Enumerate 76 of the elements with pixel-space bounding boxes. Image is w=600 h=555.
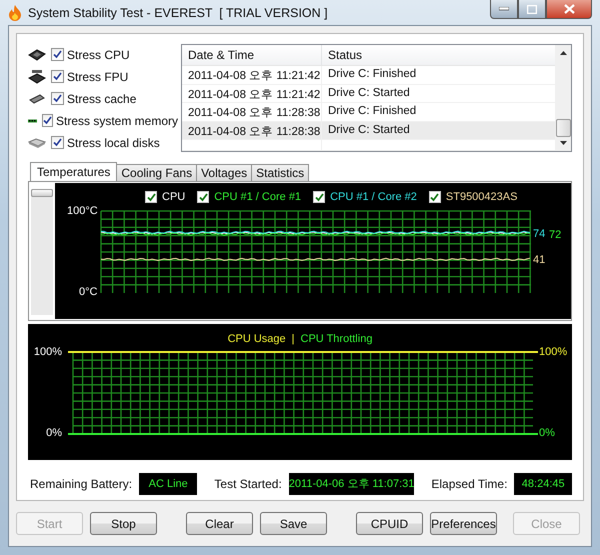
axis-label: 0% bbox=[46, 427, 62, 439]
axis-label: 0°C bbox=[79, 286, 98, 298]
checkbox-label: Stress local disks bbox=[67, 136, 160, 150]
status-label: Elapsed Time: bbox=[431, 476, 508, 490]
chip-icon bbox=[28, 94, 46, 104]
checkbox-label: Stress FPU bbox=[67, 70, 128, 84]
axis-label: 100°C bbox=[67, 205, 98, 217]
temperature-reading: 74 bbox=[533, 228, 546, 240]
checkbox[interactable] bbox=[42, 114, 53, 127]
status-label: Test Started: bbox=[214, 476, 282, 490]
checkbox[interactable] bbox=[51, 48, 64, 61]
table-cell: 2011-04-08 오후 11:28:38 bbox=[182, 122, 322, 139]
scrollbar-thumb[interactable] bbox=[556, 119, 570, 137]
chip-icon bbox=[28, 70, 46, 84]
scroll-up-icon[interactable] bbox=[560, 50, 566, 55]
checkbox[interactable] bbox=[51, 70, 64, 83]
column-header[interactable]: Date & Time bbox=[182, 45, 322, 65]
minimize-icon bbox=[499, 7, 509, 11]
axis-label: 100% bbox=[34, 346, 62, 358]
checkbox[interactable] bbox=[313, 191, 326, 203]
checkbox-label: Stress system memory bbox=[56, 114, 178, 128]
legend-label: CPU Usage bbox=[228, 333, 286, 345]
dialog-button[interactable]: Save bbox=[260, 512, 327, 535]
status-value: AC Line bbox=[139, 472, 198, 494]
legend-label: CPU #1 / Core #2 bbox=[330, 191, 417, 203]
temperature-reading: 41 bbox=[533, 254, 546, 266]
status-value: 48:24:45 bbox=[514, 472, 572, 494]
tab[interactable]: Temperatures bbox=[30, 162, 118, 181]
status-value: 2011-04-06 오후 11:07:31 bbox=[288, 472, 414, 494]
scroll-down-icon[interactable] bbox=[560, 141, 566, 146]
flame-icon bbox=[8, 4, 22, 20]
minimize-button[interactable] bbox=[490, 0, 518, 19]
legend-label: CPU #1 / Core #1 bbox=[214, 191, 302, 203]
maximize-icon bbox=[527, 4, 537, 14]
temperature-reading: 72 bbox=[549, 229, 562, 241]
separator: | bbox=[292, 333, 294, 345]
log-row[interactable]: 2011-04-08 오후 11:21:42 Drive C: Finished bbox=[182, 66, 555, 84]
legend-label: CPU Throttling bbox=[300, 333, 372, 345]
checkbox[interactable] bbox=[197, 191, 210, 203]
scrollbar[interactable] bbox=[31, 189, 53, 315]
tab[interactable]: Cooling Fans bbox=[116, 164, 198, 181]
legend-label: ST9500423AS bbox=[446, 191, 518, 203]
close-button[interactable] bbox=[546, 0, 592, 19]
dialog-button[interactable]: Preferences bbox=[430, 512, 497, 535]
checkbox[interactable] bbox=[145, 191, 157, 203]
legend-label: CPU bbox=[162, 191, 186, 203]
table-cell-text: Drive C: Started bbox=[327, 86, 411, 100]
status-label: Remaining Battery: bbox=[30, 476, 132, 490]
tab[interactable]: Voltages bbox=[196, 164, 252, 181]
table-cell: 2011-04-08 오후 11:28:38 bbox=[182, 103, 322, 120]
maximize-button[interactable] bbox=[518, 0, 546, 19]
checkbox[interactable] bbox=[51, 92, 64, 105]
table-cell: 2011-04-08 오후 11:21:42 bbox=[182, 84, 322, 102]
log-row[interactable]: 2011-04-08 오후 11:28:38 Drive C: Started bbox=[182, 122, 555, 140]
dialog-button[interactable]: CPUID bbox=[356, 512, 423, 535]
table-cell: 2011-04-08 오후 11:21:42 bbox=[182, 66, 322, 84]
column-header[interactable]: Status bbox=[322, 45, 555, 65]
table-cell-text: Drive C: Finished bbox=[327, 67, 418, 82]
axis-label: 0% bbox=[539, 427, 555, 439]
scrollbar-thumb[interactable] bbox=[31, 189, 53, 197]
log-row[interactable]: 2011-04-08 오후 11:21:42 Drive C: Started bbox=[182, 84, 555, 103]
window-title: System Stability Test - EVEREST [ TRIAL VERSION ] bbox=[28, 6, 328, 20]
tab[interactable]: Statistics bbox=[251, 164, 310, 181]
checkbox-label: Stress CPU bbox=[67, 48, 130, 62]
checkbox[interactable] bbox=[51, 136, 64, 149]
scrollbar[interactable] bbox=[555, 45, 571, 151]
table-cell-text: Drive C: Started bbox=[327, 122, 411, 138]
close-icon bbox=[564, 4, 574, 14]
axis-label: 100% bbox=[539, 346, 568, 358]
chip-icon bbox=[28, 48, 46, 60]
memory-module-icon bbox=[28, 116, 37, 124]
checkbox[interactable] bbox=[428, 191, 441, 203]
table-cell-text: Drive C: Finished bbox=[327, 104, 418, 119]
dialog-button[interactable]: Stop bbox=[90, 512, 157, 535]
checkbox-label: Stress cache bbox=[67, 92, 136, 106]
dialog-button[interactable]: Clear bbox=[186, 512, 253, 535]
